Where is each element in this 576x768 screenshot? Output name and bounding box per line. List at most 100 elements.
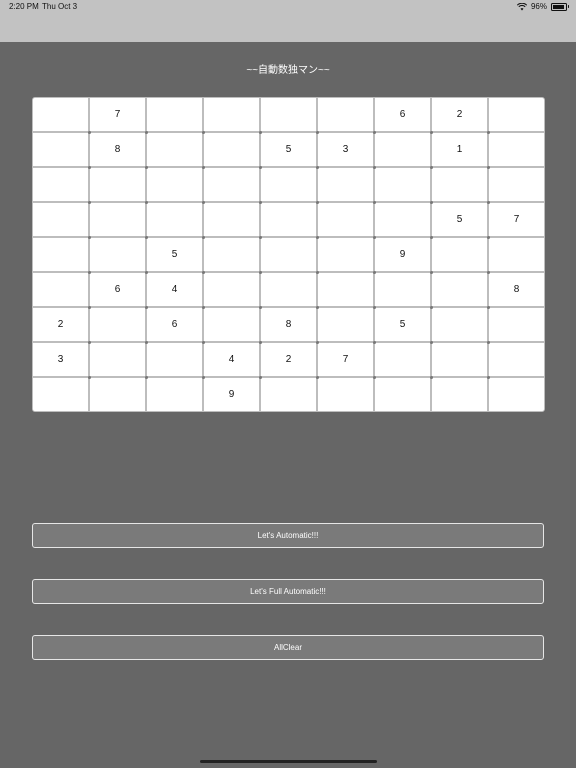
sudoku-cell[interactable] bbox=[89, 377, 146, 412]
sudoku-cell[interactable] bbox=[431, 307, 488, 342]
grid-joint-dot bbox=[258, 270, 262, 274]
sudoku-cell[interactable] bbox=[146, 342, 203, 377]
sudoku-cell[interactable] bbox=[374, 202, 431, 237]
sudoku-cell[interactable] bbox=[488, 237, 545, 272]
sudoku-cell[interactable]: 5 bbox=[260, 132, 317, 167]
sudoku-cell[interactable] bbox=[260, 167, 317, 202]
sudoku-cell[interactable] bbox=[203, 167, 260, 202]
sudoku-cell[interactable] bbox=[146, 97, 203, 132]
grid-joint-dot bbox=[429, 165, 433, 169]
sudoku-cell[interactable]: 3 bbox=[32, 342, 89, 377]
sudoku-cell[interactable]: 5 bbox=[431, 202, 488, 237]
sudoku-cell[interactable]: 4 bbox=[203, 342, 260, 377]
sudoku-cell[interactable]: 7 bbox=[488, 202, 545, 237]
sudoku-cell[interactable] bbox=[431, 342, 488, 377]
sudoku-cell[interactable] bbox=[203, 202, 260, 237]
sudoku-cell[interactable]: 4 bbox=[146, 272, 203, 307]
sudoku-cell[interactable] bbox=[89, 237, 146, 272]
sudoku-cell[interactable] bbox=[203, 132, 260, 167]
sudoku-cell[interactable] bbox=[89, 167, 146, 202]
sudoku-cell[interactable] bbox=[32, 237, 89, 272]
sudoku-cell[interactable] bbox=[146, 377, 203, 412]
all-clear-button[interactable]: AllClear bbox=[32, 635, 544, 660]
home-indicator bbox=[200, 760, 377, 763]
sudoku-cell[interactable] bbox=[260, 237, 317, 272]
sudoku-cell[interactable]: 6 bbox=[146, 307, 203, 342]
sudoku-cell[interactable]: 8 bbox=[488, 272, 545, 307]
sudoku-cell[interactable] bbox=[431, 167, 488, 202]
sudoku-cell[interactable] bbox=[488, 377, 545, 412]
sudoku-cell[interactable] bbox=[32, 377, 89, 412]
sudoku-cell[interactable] bbox=[260, 97, 317, 132]
sudoku-cell[interactable] bbox=[203, 307, 260, 342]
grid-joint-dot bbox=[429, 375, 433, 379]
sudoku-cell[interactable]: 1 bbox=[431, 132, 488, 167]
grid-joint-dot bbox=[258, 375, 262, 379]
sudoku-cell[interactable] bbox=[146, 202, 203, 237]
sudoku-cell[interactable] bbox=[317, 237, 374, 272]
sudoku-cell[interactable]: 7 bbox=[317, 342, 374, 377]
sudoku-cell[interactable] bbox=[89, 307, 146, 342]
sudoku-cell[interactable]: 7 bbox=[89, 97, 146, 132]
sudoku-cell[interactable] bbox=[317, 202, 374, 237]
sudoku-cell[interactable]: 2 bbox=[260, 342, 317, 377]
sudoku-cell[interactable] bbox=[431, 377, 488, 412]
sudoku-cell[interactable] bbox=[374, 342, 431, 377]
grid-joint-dot bbox=[144, 165, 148, 169]
sudoku-cell[interactable]: 9 bbox=[374, 237, 431, 272]
sudoku-cell[interactable]: 5 bbox=[146, 237, 203, 272]
sudoku-cell[interactable] bbox=[32, 97, 89, 132]
sudoku-cell[interactable] bbox=[488, 132, 545, 167]
sudoku-cell[interactable] bbox=[32, 272, 89, 307]
sudoku-cell[interactable] bbox=[146, 132, 203, 167]
sudoku-cell[interactable] bbox=[203, 97, 260, 132]
grid-joint-dot bbox=[486, 200, 490, 204]
sudoku-cell[interactable] bbox=[488, 307, 545, 342]
sudoku-cell[interactable] bbox=[89, 202, 146, 237]
sudoku-cell[interactable] bbox=[146, 167, 203, 202]
grid-joint-dot bbox=[315, 200, 319, 204]
grid-joint-dot bbox=[144, 235, 148, 239]
sudoku-cell[interactable]: 8 bbox=[89, 132, 146, 167]
sudoku-cell[interactable] bbox=[317, 167, 374, 202]
sudoku-cell[interactable] bbox=[317, 307, 374, 342]
sudoku-cell[interactable] bbox=[260, 202, 317, 237]
sudoku-cell[interactable]: 8 bbox=[260, 307, 317, 342]
sudoku-cell[interactable] bbox=[32, 132, 89, 167]
sudoku-cell[interactable]: 9 bbox=[203, 377, 260, 412]
sudoku-cell[interactable] bbox=[374, 377, 431, 412]
sudoku-cell[interactable] bbox=[203, 272, 260, 307]
sudoku-cell[interactable] bbox=[488, 97, 545, 132]
sudoku-cell[interactable]: 2 bbox=[431, 97, 488, 132]
sudoku-cell[interactable] bbox=[89, 342, 146, 377]
sudoku-cell[interactable]: 6 bbox=[89, 272, 146, 307]
full-automatic-button[interactable]: Let's Full Automatic!!! bbox=[32, 579, 544, 604]
sudoku-cell[interactable] bbox=[431, 272, 488, 307]
sudoku-cell[interactable] bbox=[317, 272, 374, 307]
sudoku-cell[interactable]: 5 bbox=[374, 307, 431, 342]
sudoku-cell[interactable] bbox=[374, 272, 431, 307]
grid-joint-dot bbox=[372, 375, 376, 379]
sudoku-cell[interactable]: 6 bbox=[374, 97, 431, 132]
grid-joint-dot bbox=[315, 165, 319, 169]
automatic-button[interactable]: Let's Automatic!!! bbox=[32, 523, 544, 548]
sudoku-cell[interactable] bbox=[260, 377, 317, 412]
sudoku-cell[interactable] bbox=[431, 237, 488, 272]
sudoku-cell[interactable] bbox=[374, 132, 431, 167]
sudoku-cell[interactable] bbox=[260, 272, 317, 307]
sudoku-cell[interactable] bbox=[32, 202, 89, 237]
sudoku-cell[interactable] bbox=[488, 167, 545, 202]
sudoku-cell[interactable] bbox=[317, 97, 374, 132]
sudoku-cell[interactable] bbox=[374, 167, 431, 202]
sudoku-cell[interactable]: 3 bbox=[317, 132, 374, 167]
grid-joint-dot bbox=[201, 305, 205, 309]
grid-joint-dot bbox=[201, 165, 205, 169]
sudoku-cell[interactable] bbox=[317, 377, 374, 412]
sudoku-cell[interactable] bbox=[488, 342, 545, 377]
sudoku-cell[interactable]: 2 bbox=[32, 307, 89, 342]
grid-joint-dot bbox=[258, 130, 262, 134]
sudoku-cell[interactable] bbox=[203, 237, 260, 272]
grid-joint-dot bbox=[87, 165, 91, 169]
sudoku-cell[interactable] bbox=[32, 167, 89, 202]
grid-joint-dot bbox=[258, 305, 262, 309]
